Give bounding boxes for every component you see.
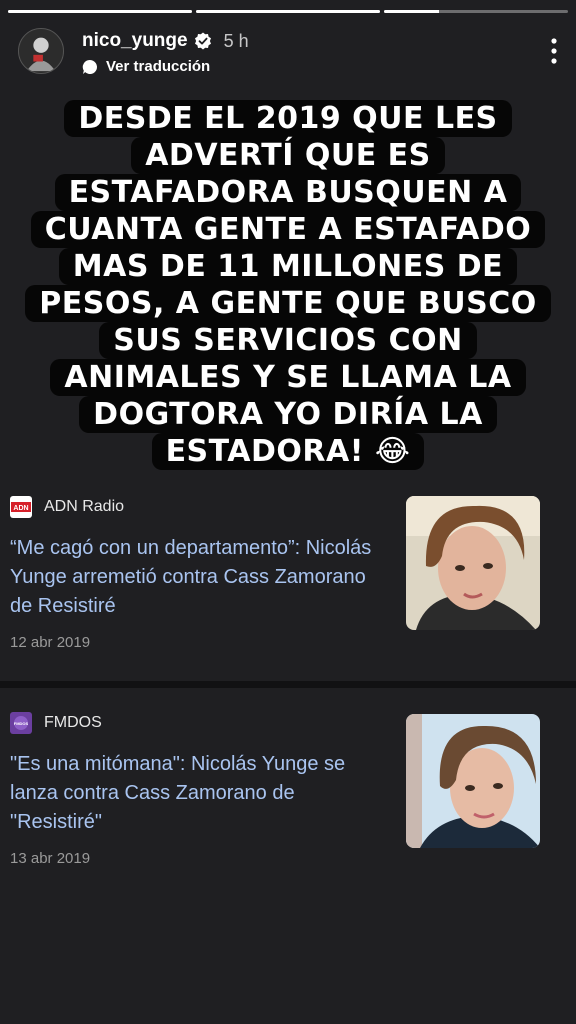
- news-thumbnail[interactable]: [406, 496, 540, 630]
- story-header: nico_yunge 5 h Ver traducción: [18, 28, 558, 78]
- fmdos-logo-text: FMDOS: [14, 721, 29, 726]
- avatar-image: [19, 29, 63, 73]
- fmdos-logo-icon: FMDOS: [10, 712, 32, 734]
- caption-line: DESDE EL 2019 QUE LES: [64, 100, 512, 137]
- caption-line: DOGTORA YO DIRÍA LA: [79, 396, 497, 433]
- news-card-adn[interactable]: ADN ADN Radio “Me cagó con un departamen…: [0, 494, 576, 678]
- username[interactable]: nico_yunge: [82, 30, 188, 52]
- news-source: ADN ADN Radio: [10, 496, 124, 518]
- card-divider: [0, 681, 576, 688]
- news-headline[interactable]: “Me cagó con un departamento”: Nicolás Y…: [10, 534, 390, 621]
- avatar[interactable]: [18, 28, 64, 74]
- more-options-icon[interactable]: [550, 36, 558, 66]
- caption-line: ADVERTÍ QUE ES: [131, 137, 445, 174]
- caption-line: CUANTA GENTE A ESTAFADO: [30, 211, 546, 248]
- caption-line: ANIMALES Y SE LLAMA LA: [50, 359, 526, 396]
- caption-line: ESTADORA! 😂: [151, 433, 425, 470]
- translate-button[interactable]: Ver traducción: [82, 58, 210, 75]
- news-source: FMDOS FMDOS: [10, 712, 102, 734]
- caption-line: ESTAFADORA BUSQUEN A: [54, 174, 522, 211]
- news-source-name: FMDOS: [44, 714, 102, 731]
- story-progress-bar: [8, 10, 568, 13]
- news-thumbnail[interactable]: [406, 714, 540, 848]
- story-text-caption: DESDE EL 2019 QUE LES ADVERTÍ QUE ES EST…: [0, 100, 576, 470]
- news-card-fmdos[interactable]: FMDOS FMDOS "Es una mitómana": Nicolás Y…: [0, 710, 576, 890]
- progress-segment-1: [8, 10, 192, 13]
- news-date: 13 abr 2019: [10, 850, 91, 867]
- translate-label: Ver traducción: [106, 58, 211, 75]
- caption-line: MAS DE 11 MILLONES DE: [58, 248, 518, 285]
- progress-segment-3: [384, 10, 568, 13]
- post-time: 5 h: [223, 30, 249, 51]
- username-row: nico_yunge 5 h: [82, 30, 249, 52]
- news-headline[interactable]: "Es una mitómana": Nicolás Yunge se lanz…: [10, 750, 390, 837]
- adn-radio-logo-icon: ADN: [10, 496, 32, 518]
- speech-bubble-icon: [82, 59, 97, 74]
- adn-logo-text: ADN: [13, 505, 28, 512]
- caption-line: SUS SERVICIOS CON: [99, 322, 477, 359]
- caption-line: PESOS, A GENTE QUE BUSCO: [25, 285, 551, 322]
- news-source-name: ADN Radio: [44, 498, 125, 515]
- progress-segment-2: [196, 10, 380, 13]
- verified-badge-icon: [194, 32, 211, 50]
- news-date: 12 abr 2019: [10, 634, 91, 651]
